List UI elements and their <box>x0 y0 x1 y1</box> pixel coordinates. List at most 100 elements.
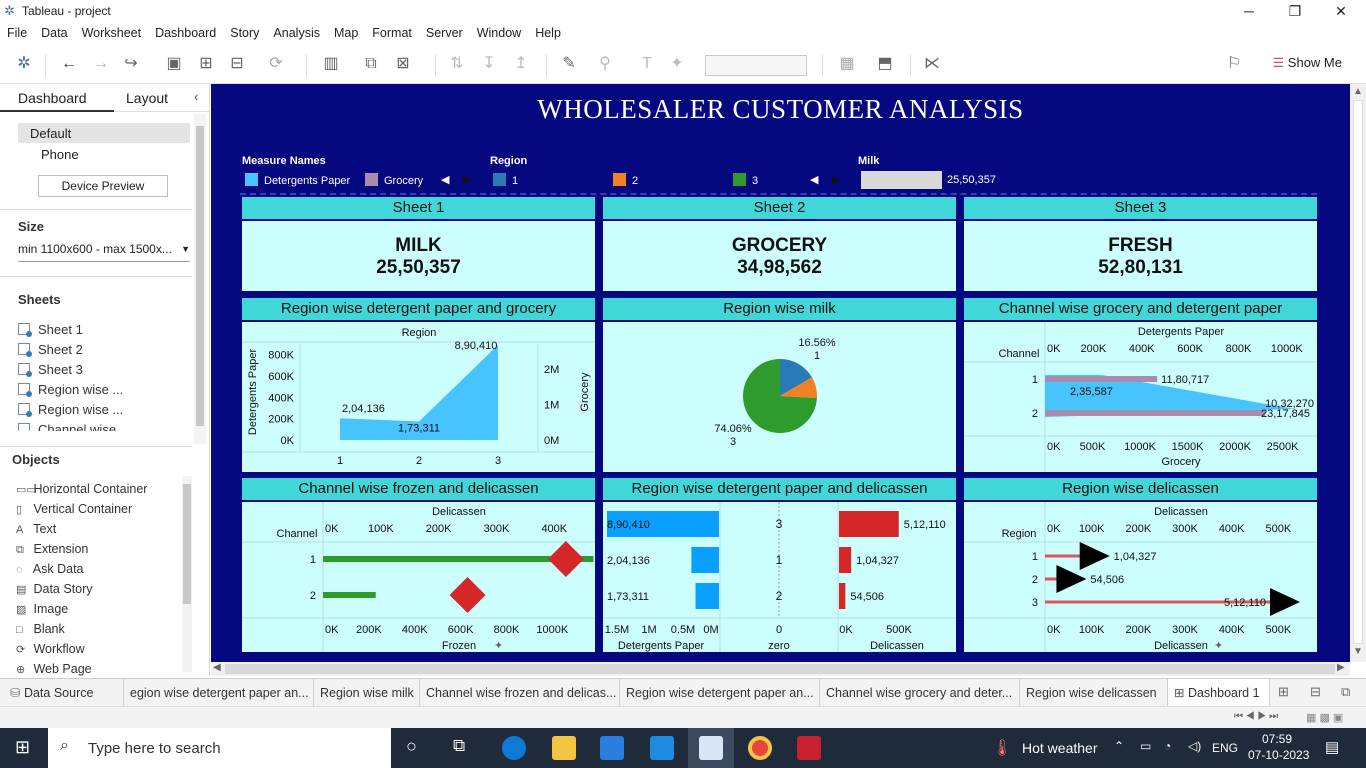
legend-next-icon[interactable]: ▶ <box>832 173 840 186</box>
store-icon[interactable] <box>600 736 624 760</box>
swap-icon[interactable]: ⇅ <box>446 54 468 74</box>
battery-icon[interactable]: ▭ <box>1140 739 1151 753</box>
object-workflow[interactable]: ⟳ Workflow <box>16 642 85 656</box>
collapse-icon[interactable]: ‹ <box>194 89 198 104</box>
pause-updates-icon[interactable]: ⊟ <box>226 54 248 74</box>
size-dropdown[interactable]: min 1100x600 - max 1500x... ▼ <box>18 242 190 262</box>
legend-item[interactable]: 1 <box>493 173 518 187</box>
sheet-item[interactable]: Region wise ... <box>18 382 123 397</box>
attach-icon[interactable]: ⚲ <box>594 54 616 74</box>
menu-map[interactable]: Map <box>327 22 365 44</box>
maximize-button[interactable]: ❐ <box>1272 0 1318 22</box>
object-horizontal-container[interactable]: ▭▭ Horizontal Container <box>16 482 147 496</box>
pin-icon[interactable]: ✦ <box>666 54 688 74</box>
tab-layout[interactable]: Layout ‹ <box>114 84 210 112</box>
task-view-icon[interactable]: ⧉ <box>453 736 465 756</box>
legend-prev-icon[interactable]: ◀ <box>441 173 449 186</box>
chart-channel-grocery-detergent[interactable]: Detergents Paper Channel 0K 200K 400K 600K 800… <box>964 322 1317 472</box>
text-label-icon[interactable]: T <box>636 54 658 74</box>
tray-overflow-icon[interactable]: ⌃ <box>1114 739 1124 753</box>
tab-data-source[interactable]: ⛁ Data Source <box>0 679 124 707</box>
new-worksheet-icon[interactable]: ▥ <box>320 54 342 74</box>
tab-dashboard-1[interactable]: ⊞ Dashboard 1 <box>1168 679 1270 707</box>
new-story-tab-icon[interactable]: ⧉ <box>1341 684 1350 700</box>
fit-dropdown[interactable] <box>705 55 807 76</box>
tab-sheet[interactable]: Channel wise grocery and deter... <box>820 679 1020 707</box>
legend-item[interactable]: 2 <box>613 173 638 187</box>
legend-item[interactable]: 3 <box>733 173 758 187</box>
menu-window[interactable]: Window <box>470 22 528 44</box>
tab-sheet[interactable]: Region wise detergent paper an... <box>620 679 820 707</box>
milk-size-swatch[interactable] <box>861 171 942 189</box>
taskbar-search[interactable]: ⌕ Type here to search <box>48 728 391 768</box>
sheet-item[interactable]: Sheet 2 <box>18 342 83 357</box>
clear-sheet-icon[interactable]: ⊠ <box>392 54 414 74</box>
tab-sheet[interactable]: Region wise milk <box>314 679 420 707</box>
chart-channel-frozen-delicassen[interactable]: Delicassen Channel 0K 100K 200K 300K 400K 0K 200… <box>242 502 595 652</box>
tab-sheet[interactable]: Region wise delicassen <box>1020 679 1168 707</box>
chart-region-detergent-delicassen[interactable]: 8,90,410 2,04,136 1,73,311 5,12,110 1,04,327… <box>603 502 956 652</box>
object-vertical-container[interactable]: ▯ Vertical Container <box>16 502 132 516</box>
clock-time[interactable]: 07:59 <box>1262 732 1292 746</box>
cortana-icon[interactable]: ○ <box>406 736 417 757</box>
presentation-icon[interactable]: ⬒ <box>874 54 896 74</box>
mail-icon[interactable] <box>650 736 674 760</box>
tab-dashboard[interactable]: Dashboard <box>0 84 114 112</box>
legend-item[interactable]: Grocery <box>365 173 423 187</box>
chart-icon[interactable]: ▦ <box>836 54 858 74</box>
tab-sheet[interactable]: Channel wise frozen and delicas... <box>420 679 620 707</box>
recorder-icon[interactable] <box>797 736 821 760</box>
menu-file[interactable]: File <box>0 22 34 44</box>
menu-server[interactable]: Server <box>419 22 470 44</box>
new-datasource-icon[interactable]: ⊞ <box>195 54 217 74</box>
tableau-taskbar-button[interactable] <box>688 728 734 768</box>
edge-icon[interactable] <box>502 736 526 760</box>
view-mode-icon[interactable]: ▦ ▩ ▣ <box>1306 711 1343 724</box>
menu-help[interactable]: Help <box>528 22 568 44</box>
menu-story[interactable]: Story <box>223 22 266 44</box>
sheet-item[interactable]: Region wise ... <box>18 402 123 417</box>
sheet-item[interactable]: Channel wise ... <box>18 422 131 431</box>
tab-sheet[interactable]: egion wise detergent paper an... <box>124 679 314 707</box>
replay-icon[interactable]: ↪ <box>120 54 142 74</box>
object-web-page[interactable]: ⊕ Web Page <box>16 662 92 676</box>
duplicate-icon[interactable]: ⧉ <box>360 54 382 74</box>
refresh-icon[interactable]: ⟳ <box>265 54 287 74</box>
canvas-vertical-scrollbar[interactable]: ▲ ▼ <box>1350 84 1366 662</box>
legend-prev-icon[interactable]: ◀ <box>810 173 818 186</box>
sheet-item[interactable]: Sheet 1 <box>18 322 83 337</box>
object-ask-data[interactable]: ◌ Ask Data <box>16 562 84 576</box>
sheet-item[interactable]: Sheet 3 <box>18 362 83 377</box>
minimize-button[interactable]: ─ <box>1226 0 1272 22</box>
sort-asc-icon[interactable]: ↧ <box>478 54 500 74</box>
clock-date[interactable]: 07-10-2023 <box>1248 748 1309 762</box>
wifi-icon[interactable]: ◔ <box>1164 739 1171 753</box>
tableau-home-icon[interactable]: ✲ <box>13 54 35 74</box>
menu-dashboard[interactable]: Dashboard <box>148 22 223 44</box>
first-sheet-icon[interactable]: ⏮ ◀ ▶ ⏭ <box>1234 711 1278 722</box>
object-blank[interactable]: □ Blank <box>16 622 65 636</box>
chart-region-detergent-grocery[interactable]: Region Detergents Paper Grocery 0K 200K 400K 6… <box>242 322 595 472</box>
menu-analysis[interactable]: Analysis <box>266 22 327 44</box>
chrome-icon[interactable] <box>748 736 772 760</box>
new-dashboard-tab-icon[interactable]: ⊟ <box>1310 684 1321 700</box>
volume-icon[interactable]: ◁) <box>1188 739 1201 753</box>
objects-scrollbar[interactable] <box>182 476 192 672</box>
device-phone[interactable]: Phone <box>41 147 79 162</box>
panel-scrollbar[interactable] <box>194 114 206 444</box>
menu-format[interactable]: Format <box>365 22 419 44</box>
menu-worksheet[interactable]: Worksheet <box>75 22 149 44</box>
object-data-story[interactable]: ▤ Data Story <box>16 582 93 596</box>
format-painter-icon[interactable]: ⚐ <box>1223 54 1245 74</box>
show-me-button[interactable]: ☰ Show Me <box>1273 55 1342 71</box>
scroll-right-icon[interactable]: ▶ <box>1337 662 1345 673</box>
weather-text[interactable]: Hot weather <box>1022 740 1097 756</box>
device-default[interactable]: Default <box>18 123 190 143</box>
sort-desc-icon[interactable]: ↥ <box>510 54 532 74</box>
legend-next-icon[interactable]: ▶ <box>463 173 471 186</box>
file-explorer-icon[interactable] <box>552 736 576 760</box>
object-image[interactable]: ▨ Image <box>16 602 68 616</box>
canvas-horizontal-scrollbar[interactable]: ◀ ▶ <box>211 662 1350 676</box>
scroll-left-icon[interactable]: ◀ <box>213 662 221 673</box>
close-button[interactable]: ✕ <box>1318 0 1364 22</box>
